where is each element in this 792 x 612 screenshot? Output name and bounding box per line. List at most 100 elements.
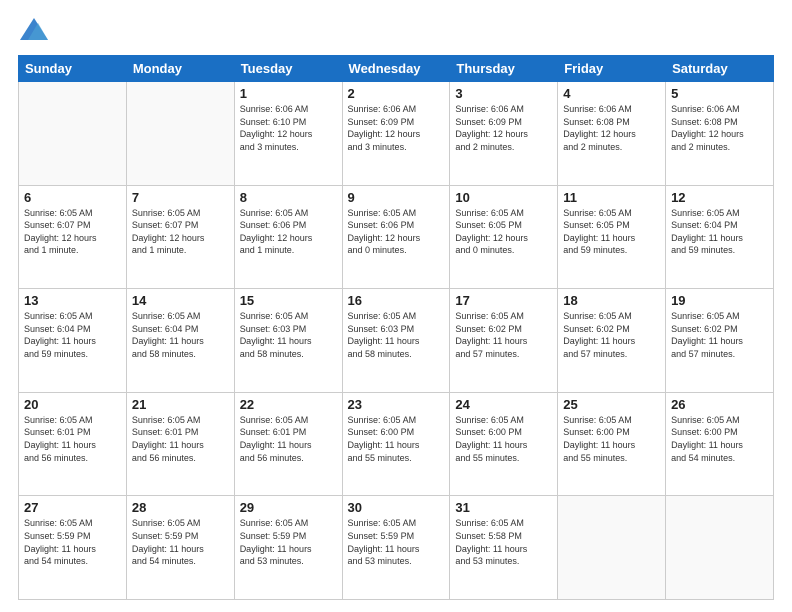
weekday-header-row: SundayMondayTuesdayWednesdayThursdayFrid… — [19, 56, 774, 82]
day-info: Sunrise: 6:05 AM Sunset: 6:02 PM Dayligh… — [455, 310, 552, 360]
header — [18, 18, 774, 45]
day-number: 11 — [563, 190, 660, 205]
day-info: Sunrise: 6:06 AM Sunset: 6:10 PM Dayligh… — [240, 103, 337, 153]
day-number: 6 — [24, 190, 121, 205]
day-info: Sunrise: 6:05 AM Sunset: 6:06 PM Dayligh… — [348, 207, 445, 257]
day-number: 24 — [455, 397, 552, 412]
calendar-week-row: 27 Sunrise: 6:05 AM Sunset: 5:59 PM Dayli… — [19, 496, 774, 600]
calendar-cell: 30 Sunrise: 6:05 AM Sunset: 5:59 PM Dayli… — [342, 496, 450, 600]
weekday-header: Thursday — [450, 56, 558, 82]
day-number: 2 — [348, 86, 445, 101]
calendar-cell: 12Sunrise: 6:05 AM Sunset: 6:04 PM Dayli… — [666, 185, 774, 289]
calendar-cell — [126, 82, 234, 186]
day-info: Sunrise: 6:05 AM Sunset: 6:04 PM Dayligh… — [671, 207, 768, 257]
day-number: 28 — [132, 500, 229, 515]
calendar-cell — [19, 82, 127, 186]
day-number: 27 — [24, 500, 121, 515]
calendar-cell: 17 Sunrise: 6:05 AM Sunset: 6:02 PM Dayli… — [450, 289, 558, 393]
calendar-cell: 3Sunrise: 6:06 AM Sunset: 6:09 PM Daylig… — [450, 82, 558, 186]
day-info: Sunrise: 6:05 AM Sunset: 6:05 PM Dayligh… — [455, 207, 552, 257]
day-info: Sunrise: 6:05 AM Sunset: 6:03 PM Dayligh… — [240, 310, 337, 360]
day-info: Sunrise: 6:06 AM Sunset: 6:08 PM Dayligh… — [671, 103, 768, 153]
calendar-cell: 2 Sunrise: 6:06 AM Sunset: 6:09 PM Daylig… — [342, 82, 450, 186]
calendar-cell: 24 Sunrise: 6:05 AM Sunset: 6:00 PM Dayli… — [450, 392, 558, 496]
calendar-cell: 23 Sunrise: 6:05 AM Sunset: 6:00 PM Dayli… — [342, 392, 450, 496]
calendar-cell: 26 Sunrise: 6:05 AM Sunset: 6:00 PM Dayli… — [666, 392, 774, 496]
day-number: 14 — [132, 293, 229, 308]
logo-text — [18, 18, 48, 45]
calendar-cell: 21 Sunrise: 6:05 AM Sunset: 6:01 PM Dayli… — [126, 392, 234, 496]
day-number: 23 — [348, 397, 445, 412]
calendar-cell — [558, 496, 666, 600]
day-number: 18 — [563, 293, 660, 308]
day-number: 7 — [132, 190, 229, 205]
day-info: Sunrise: 6:05 AM Sunset: 6:00 PM Dayligh… — [671, 414, 768, 464]
calendar-week-row: 1 Sunrise: 6:06 AM Sunset: 6:10 PM Daylig… — [19, 82, 774, 186]
day-number: 15 — [240, 293, 337, 308]
calendar-cell: 4Sunrise: 6:06 AM Sunset: 6:08 PM Daylig… — [558, 82, 666, 186]
logo-icon — [20, 18, 48, 40]
calendar-cell: 15 Sunrise: 6:05 AM Sunset: 6:03 PM Dayli… — [234, 289, 342, 393]
day-number: 26 — [671, 397, 768, 412]
day-info: Sunrise: 6:05 AM Sunset: 5:59 PM Dayligh… — [24, 517, 121, 567]
calendar-cell: 19 Sunrise: 6:05 AM Sunset: 6:02 PM Dayli… — [666, 289, 774, 393]
calendar-cell: 14 Sunrise: 6:05 AM Sunset: 6:04 PM Dayli… — [126, 289, 234, 393]
day-info: Sunrise: 6:05 AM Sunset: 5:59 PM Dayligh… — [132, 517, 229, 567]
day-number: 21 — [132, 397, 229, 412]
day-number: 3 — [455, 86, 552, 101]
day-number: 8 — [240, 190, 337, 205]
day-info: Sunrise: 6:06 AM Sunset: 6:08 PM Dayligh… — [563, 103, 660, 153]
day-info: Sunrise: 6:05 AM Sunset: 5:59 PM Dayligh… — [348, 517, 445, 567]
calendar-cell: 18Sunrise: 6:05 AM Sunset: 6:02 PM Dayli… — [558, 289, 666, 393]
calendar-cell: 10Sunrise: 6:05 AM Sunset: 6:05 PM Dayli… — [450, 185, 558, 289]
calendar-week-row: 6 Sunrise: 6:05 AM Sunset: 6:07 PM Daylig… — [19, 185, 774, 289]
day-info: Sunrise: 6:05 AM Sunset: 5:59 PM Dayligh… — [240, 517, 337, 567]
day-number: 25 — [563, 397, 660, 412]
calendar-cell: 27 Sunrise: 6:05 AM Sunset: 5:59 PM Dayli… — [19, 496, 127, 600]
day-info: Sunrise: 6:05 AM Sunset: 6:07 PM Dayligh… — [132, 207, 229, 257]
day-info: Sunrise: 6:05 AM Sunset: 6:02 PM Dayligh… — [671, 310, 768, 360]
calendar-cell: 6 Sunrise: 6:05 AM Sunset: 6:07 PM Daylig… — [19, 185, 127, 289]
calendar-cell: 31 Sunrise: 6:05 AM Sunset: 5:58 PM Dayli… — [450, 496, 558, 600]
calendar-cell: 22 Sunrise: 6:05 AM Sunset: 6:01 PM Dayli… — [234, 392, 342, 496]
calendar-cell: 25Sunrise: 6:05 AM Sunset: 6:00 PM Dayli… — [558, 392, 666, 496]
day-number: 31 — [455, 500, 552, 515]
day-number: 17 — [455, 293, 552, 308]
calendar-week-row: 13Sunrise: 6:05 AM Sunset: 6:04 PM Dayli… — [19, 289, 774, 393]
calendar-cell: 7 Sunrise: 6:05 AM Sunset: 6:07 PM Daylig… — [126, 185, 234, 289]
day-info: Sunrise: 6:05 AM Sunset: 6:04 PM Dayligh… — [132, 310, 229, 360]
weekday-header: Monday — [126, 56, 234, 82]
day-info: Sunrise: 6:05 AM Sunset: 6:01 PM Dayligh… — [240, 414, 337, 464]
day-number: 19 — [671, 293, 768, 308]
day-number: 9 — [348, 190, 445, 205]
day-info: Sunrise: 6:05 AM Sunset: 6:00 PM Dayligh… — [348, 414, 445, 464]
day-number: 29 — [240, 500, 337, 515]
day-info: Sunrise: 6:05 AM Sunset: 6:03 PM Dayligh… — [348, 310, 445, 360]
day-number: 16 — [348, 293, 445, 308]
day-number: 5 — [671, 86, 768, 101]
day-info: Sunrise: 6:05 AM Sunset: 5:58 PM Dayligh… — [455, 517, 552, 567]
day-number: 22 — [240, 397, 337, 412]
day-number: 30 — [348, 500, 445, 515]
day-info: Sunrise: 6:05 AM Sunset: 6:01 PM Dayligh… — [132, 414, 229, 464]
calendar-week-row: 20Sunrise: 6:05 AM Sunset: 6:01 PM Dayli… — [19, 392, 774, 496]
day-info: Sunrise: 6:05 AM Sunset: 6:07 PM Dayligh… — [24, 207, 121, 257]
day-info: Sunrise: 6:05 AM Sunset: 6:05 PM Dayligh… — [563, 207, 660, 257]
calendar-cell: 11 Sunrise: 6:05 AM Sunset: 6:05 PM Dayli… — [558, 185, 666, 289]
calendar-cell — [666, 496, 774, 600]
day-number: 1 — [240, 86, 337, 101]
page: SundayMondayTuesdayWednesdayThursdayFrid… — [0, 0, 792, 612]
calendar-cell: 28 Sunrise: 6:05 AM Sunset: 5:59 PM Dayli… — [126, 496, 234, 600]
day-info: Sunrise: 6:05 AM Sunset: 6:06 PM Dayligh… — [240, 207, 337, 257]
calendar-cell: 13Sunrise: 6:05 AM Sunset: 6:04 PM Dayli… — [19, 289, 127, 393]
day-info: Sunrise: 6:05 AM Sunset: 6:00 PM Dayligh… — [455, 414, 552, 464]
calendar-cell: 16 Sunrise: 6:05 AM Sunset: 6:03 PM Dayli… — [342, 289, 450, 393]
day-info: Sunrise: 6:06 AM Sunset: 6:09 PM Dayligh… — [348, 103, 445, 153]
calendar-cell: 8 Sunrise: 6:05 AM Sunset: 6:06 PM Daylig… — [234, 185, 342, 289]
day-info: Sunrise: 6:05 AM Sunset: 6:01 PM Dayligh… — [24, 414, 121, 464]
day-info: Sunrise: 6:05 AM Sunset: 6:04 PM Dayligh… — [24, 310, 121, 360]
calendar-cell: 29 Sunrise: 6:05 AM Sunset: 5:59 PM Dayli… — [234, 496, 342, 600]
weekday-header: Sunday — [19, 56, 127, 82]
weekday-header: Friday — [558, 56, 666, 82]
calendar-cell: 20Sunrise: 6:05 AM Sunset: 6:01 PM Dayli… — [19, 392, 127, 496]
